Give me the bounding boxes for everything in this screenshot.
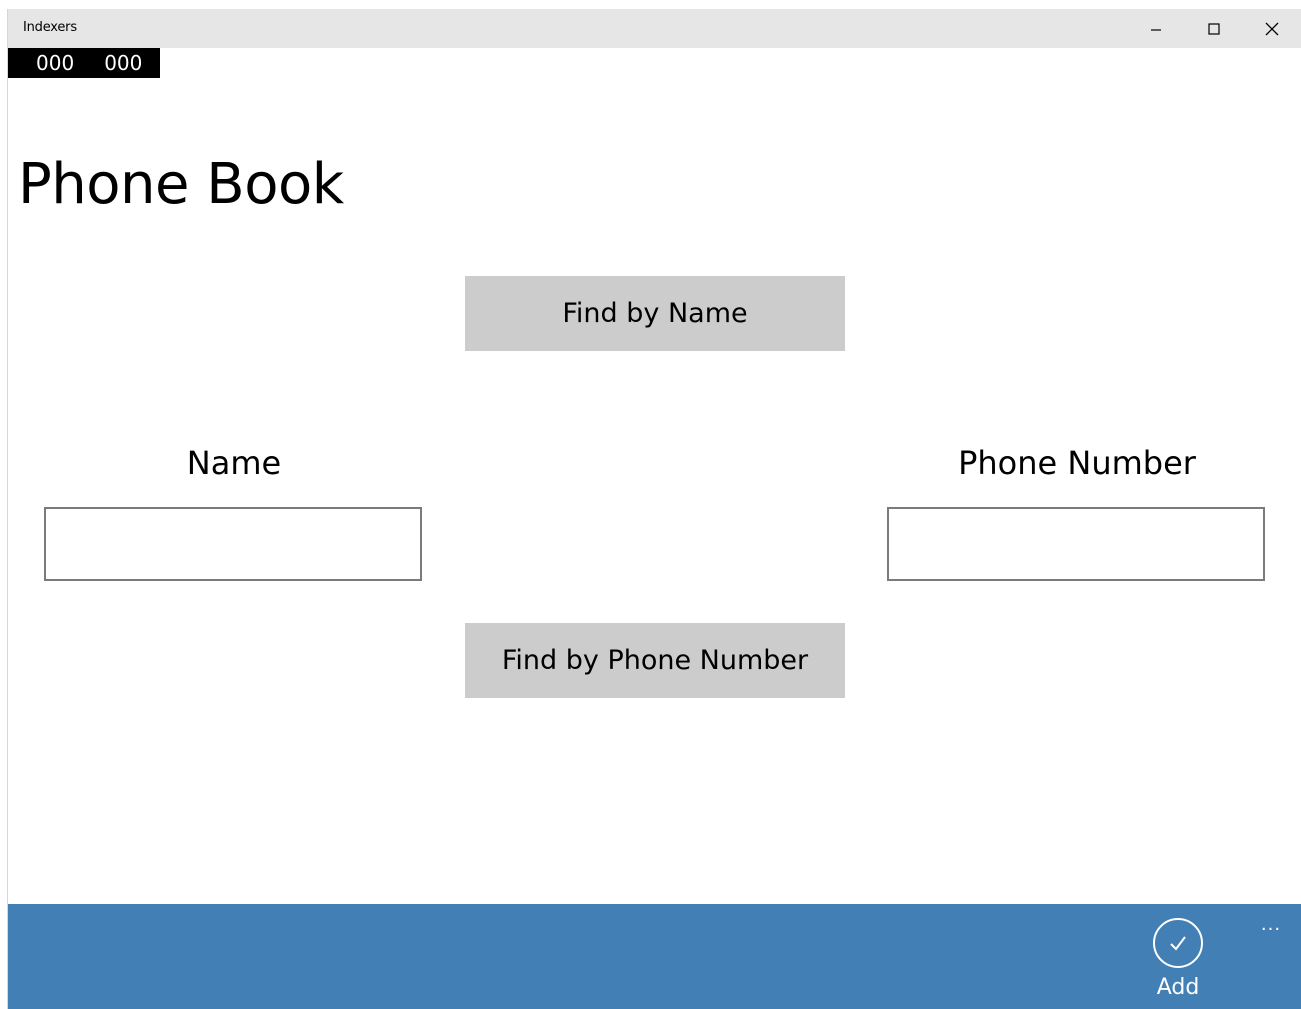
command-bar: Add ... <box>8 904 1301 1009</box>
minimize-button[interactable] <box>1128 9 1184 48</box>
window-title: Indexers <box>23 20 77 35</box>
close-icon <box>1265 22 1279 35</box>
find-by-phone-number-button[interactable]: Find by Phone Number <box>465 623 845 698</box>
counter-left: 000 <box>36 51 75 75</box>
app-window: Indexers 000 000 Phone Book Find by Name… <box>8 9 1301 1009</box>
maximize-button[interactable] <box>1186 9 1242 48</box>
add-button-label: Add <box>1156 975 1200 1000</box>
phone-number-label: Phone Number <box>958 444 1196 482</box>
phone-number-input[interactable] <box>887 507 1265 581</box>
maximize-icon <box>1208 22 1220 35</box>
name-label: Name <box>186 444 282 482</box>
checkmark-circle-icon <box>1153 918 1203 968</box>
frame-rate-counter: 000 000 <box>8 48 160 78</box>
counter-right: 000 <box>104 51 143 75</box>
title-bar: Indexers <box>8 9 1301 48</box>
add-button[interactable]: Add <box>1136 918 1220 1008</box>
name-input[interactable] <box>44 507 422 581</box>
more-options-button[interactable]: ... <box>1256 916 1286 940</box>
close-button[interactable] <box>1244 9 1300 48</box>
minimize-icon <box>1151 28 1161 31</box>
find-by-name-button[interactable]: Find by Name <box>465 276 845 351</box>
checkmark-icon <box>1170 936 1186 951</box>
page-title: Phone Book <box>18 152 344 217</box>
